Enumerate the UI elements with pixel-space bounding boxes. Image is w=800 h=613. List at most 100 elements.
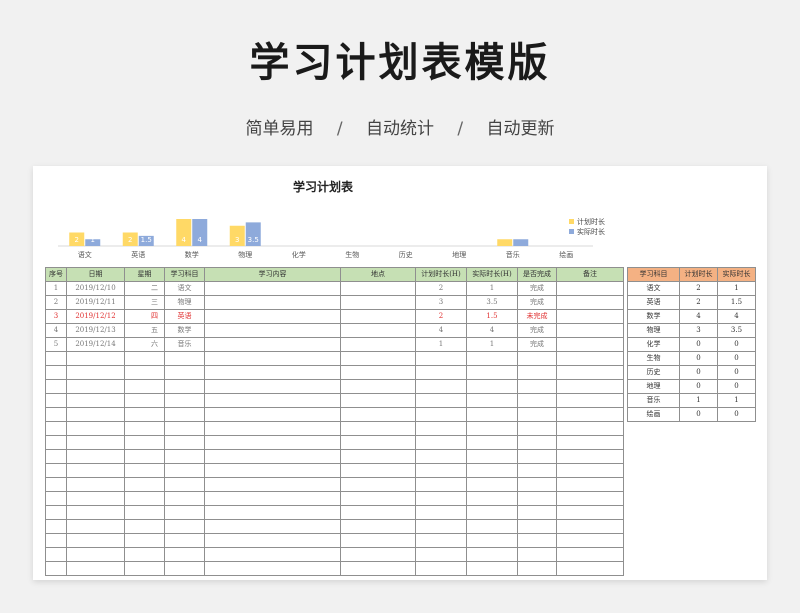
table-cell[interactable]: 0: [717, 379, 756, 394]
table-cell[interactable]: 2: [45, 295, 67, 310]
table-cell[interactable]: [415, 463, 467, 478]
table-cell[interactable]: [466, 435, 518, 450]
table-cell[interactable]: [340, 561, 416, 576]
table-cell[interactable]: [164, 407, 205, 422]
table-cell[interactable]: 0: [679, 379, 718, 394]
table-cell[interactable]: [45, 379, 67, 394]
table-cell[interactable]: [164, 379, 205, 394]
table-cell[interactable]: [517, 407, 557, 422]
table-cell[interactable]: [466, 393, 518, 408]
table-cell[interactable]: [164, 547, 205, 562]
table-cell[interactable]: [517, 505, 557, 520]
table-cell[interactable]: [124, 351, 165, 366]
table-cell[interactable]: [124, 561, 165, 576]
table-cell[interactable]: [556, 477, 624, 492]
table-cell[interactable]: [340, 505, 416, 520]
table-cell[interactable]: [204, 407, 341, 422]
table-cell[interactable]: [466, 519, 518, 534]
table-cell[interactable]: [466, 547, 518, 562]
table-cell[interactable]: [415, 449, 467, 464]
table-cell[interactable]: [66, 365, 125, 380]
table-cell[interactable]: 1: [45, 281, 67, 296]
table-cell[interactable]: 0: [717, 351, 756, 366]
table-cell[interactable]: 地理: [627, 379, 680, 394]
table-cell[interactable]: [66, 477, 125, 492]
table-cell[interactable]: [466, 491, 518, 506]
table-cell[interactable]: 语文: [164, 281, 205, 296]
table-cell[interactable]: [164, 505, 205, 520]
table-cell[interactable]: [204, 533, 341, 548]
table-cell[interactable]: [517, 435, 557, 450]
table-cell[interactable]: 2019/12/13: [66, 323, 125, 338]
table-cell[interactable]: [556, 505, 624, 520]
table-cell[interactable]: [45, 449, 67, 464]
table-cell[interactable]: [556, 323, 624, 338]
table-cell[interactable]: 1: [717, 281, 756, 296]
table-cell[interactable]: [66, 491, 125, 506]
table-cell[interactable]: 完成: [517, 281, 557, 296]
table-cell[interactable]: 数学: [627, 309, 680, 324]
table-cell[interactable]: [556, 407, 624, 422]
table-cell[interactable]: 4: [45, 323, 67, 338]
table-cell[interactable]: [204, 421, 341, 436]
table-cell[interactable]: [556, 337, 624, 352]
table-cell[interactable]: 音乐: [164, 337, 205, 352]
table-cell[interactable]: [340, 407, 416, 422]
table-cell[interactable]: 生物: [627, 351, 680, 366]
table-cell[interactable]: [164, 351, 205, 366]
table-cell[interactable]: [204, 477, 341, 492]
table-cell[interactable]: 1: [415, 337, 467, 352]
table-cell[interactable]: [124, 547, 165, 562]
table-cell[interactable]: [466, 477, 518, 492]
table-cell[interactable]: 4: [679, 309, 718, 324]
table-cell[interactable]: [466, 365, 518, 380]
table-cell[interactable]: [340, 295, 416, 310]
table-cell[interactable]: 3.5: [717, 323, 756, 338]
table-cell[interactable]: 1.5: [466, 309, 518, 324]
table-cell[interactable]: 1: [679, 393, 718, 408]
table-cell[interactable]: [340, 365, 416, 380]
table-cell[interactable]: [66, 351, 125, 366]
table-cell[interactable]: [556, 295, 624, 310]
table-cell[interactable]: 英语: [164, 309, 205, 324]
table-cell[interactable]: [466, 505, 518, 520]
table-cell[interactable]: [340, 519, 416, 534]
table-cell[interactable]: 2019/12/11: [66, 295, 125, 310]
table-cell[interactable]: [466, 449, 518, 464]
table-cell[interactable]: 0: [717, 337, 756, 352]
table-cell[interactable]: [415, 365, 467, 380]
table-cell[interactable]: [124, 449, 165, 464]
table-cell[interactable]: [517, 351, 557, 366]
table-cell[interactable]: [556, 281, 624, 296]
table-cell[interactable]: 历史: [627, 365, 680, 380]
table-cell[interactable]: 5: [45, 337, 67, 352]
table-cell[interactable]: [124, 435, 165, 450]
table-cell[interactable]: [466, 379, 518, 394]
table-cell[interactable]: [164, 491, 205, 506]
table-cell[interactable]: [556, 519, 624, 534]
table-cell[interactable]: [340, 351, 416, 366]
table-cell[interactable]: [415, 421, 467, 436]
table-cell[interactable]: 0: [679, 407, 718, 422]
table-cell[interactable]: [164, 477, 205, 492]
table-cell[interactable]: [45, 365, 67, 380]
table-cell[interactable]: [466, 561, 518, 576]
table-cell[interactable]: [415, 561, 467, 576]
table-cell[interactable]: [517, 449, 557, 464]
table-cell[interactable]: [415, 351, 467, 366]
table-cell[interactable]: [45, 393, 67, 408]
table-cell[interactable]: [66, 533, 125, 548]
table-cell[interactable]: [340, 533, 416, 548]
table-cell[interactable]: 语文: [627, 281, 680, 296]
table-cell[interactable]: [517, 547, 557, 562]
table-cell[interactable]: 物理: [164, 295, 205, 310]
table-cell[interactable]: 0: [679, 365, 718, 380]
table-cell[interactable]: [204, 337, 341, 352]
table-cell[interactable]: [45, 407, 67, 422]
table-cell[interactable]: [124, 463, 165, 478]
table-cell[interactable]: 0: [717, 365, 756, 380]
table-cell[interactable]: 2: [679, 281, 718, 296]
table-cell[interactable]: [66, 547, 125, 562]
table-cell[interactable]: [517, 393, 557, 408]
table-cell[interactable]: [340, 323, 416, 338]
